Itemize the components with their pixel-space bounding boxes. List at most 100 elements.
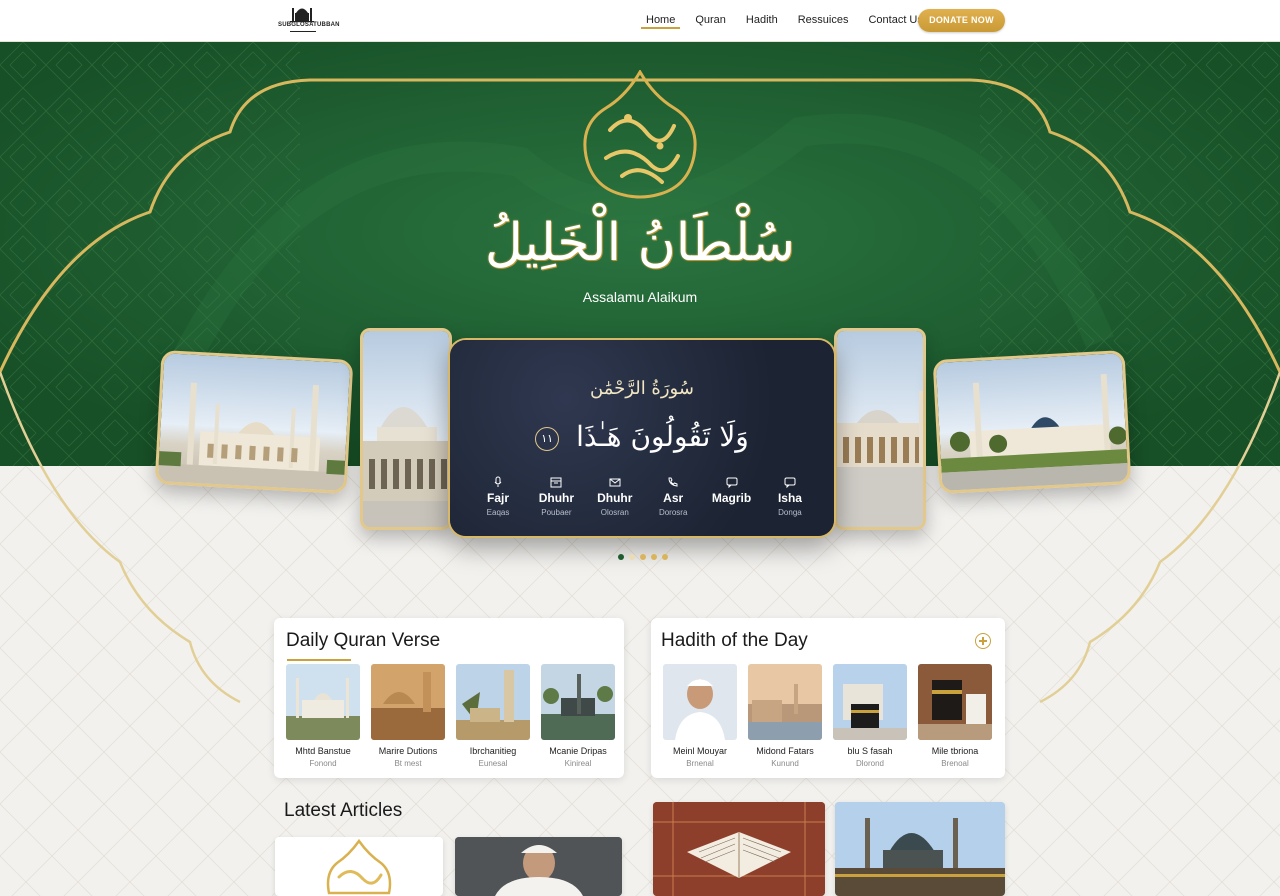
carousel-dot[interactable] [651, 554, 657, 560]
prayer-isha[interactable]: Isha Donga [764, 476, 816, 517]
prayer-dhuhr-2[interactable]: Dhuhr Olosran [589, 476, 641, 517]
verse-prayer-card: سُورَةُ الرَّحْمَٰن وَلَا تَقُولُونَ هَـ… [448, 338, 836, 538]
quran-book-image [653, 802, 825, 896]
mic-icon [494, 476, 502, 487]
item-title: Midond Fatars [756, 746, 814, 756]
thumbnail-image [748, 664, 822, 740]
item-title: Mhtd Banstue [295, 746, 351, 756]
mosque-photo-image [940, 374, 1132, 494]
mosque-photo-image [837, 391, 923, 527]
item-subtitle: Fonond [309, 759, 337, 768]
panel-title: Hadith of the Day [661, 630, 808, 651]
prayer-name: Isha [777, 491, 802, 505]
calendar-icon [550, 477, 562, 488]
hadith-item[interactable]: blu S fasah Dlorond [833, 664, 907, 768]
article-photo-image [455, 837, 622, 896]
thumbnail-image [541, 664, 615, 740]
hadith-item[interactable]: Meinl Mouyar Brnenal [663, 664, 737, 768]
prayer-dhuhr[interactable]: Dhuhr Poubaer [530, 476, 582, 517]
hadith-item[interactable]: Midond Fatars Kunund [748, 664, 822, 768]
article-card[interactable] [835, 802, 1005, 896]
donate-button[interactable]: DONATE NOW [918, 9, 1005, 32]
prayer-maghrib[interactable]: Magrib [706, 476, 758, 517]
mail-icon [609, 478, 621, 487]
prayer-fajr[interactable]: Fajr Eaqas [472, 476, 524, 517]
mosque-photo-image [363, 407, 449, 527]
item-title: Meinl Mouyar [672, 746, 728, 756]
prayer-name: Dhuhr [597, 491, 633, 505]
add-plus-icon[interactable] [975, 633, 991, 649]
calligraphy-emblem-icon [583, 70, 697, 199]
thumbnail-image [833, 664, 907, 740]
nav-link-quran[interactable]: Quran [685, 0, 736, 40]
hero-greeting: Assalamu Alaikum [582, 289, 698, 305]
thumbnail-image [371, 664, 445, 740]
carousel-dot[interactable] [640, 554, 646, 560]
logo-text: SUBGLOSATUBBAN [278, 22, 340, 28]
daily-quran-panel: Daily Quran Verse Mhtd Banstue Fonond Ma… [274, 618, 624, 778]
nav-link-hadith[interactable]: Hadith [736, 0, 788, 40]
mosque-logo-icon [290, 8, 316, 32]
thumbnail-image [663, 664, 737, 740]
carousel-dots [618, 554, 668, 560]
item-subtitle: Kunund [771, 759, 799, 768]
article-card[interactable] [275, 837, 443, 896]
item-subtitle: Kinireal [564, 759, 592, 768]
item-subtitle: Brenoal [941, 759, 969, 768]
item-title: Marire Dutions [378, 746, 438, 756]
mosque-photo-image [835, 802, 1005, 896]
carousel-slide-far-left[interactable] [154, 350, 354, 494]
prayer-times-row: Fajr Eaqas Dhuhr Poubaer Dhuhr Olosran A… [472, 476, 816, 517]
surah-heading: سُورَةُ الرَّحْمَٰن [590, 378, 694, 399]
site-logo[interactable]: SUBGLOSATUBBAN [278, 5, 339, 35]
item-subtitle: Brnenal [686, 759, 714, 768]
verse-number-badge: ١١ [535, 426, 560, 451]
carousel-dot[interactable] [618, 554, 624, 560]
item-title: Mile tbriona [931, 746, 979, 756]
prayer-name: Fajr [486, 491, 509, 505]
chat-icon [726, 477, 738, 488]
prayer-time: Donga [778, 508, 802, 517]
prayer-time: Eaqas [486, 508, 510, 517]
prayer-time: Poubaer [541, 508, 572, 517]
prayer-time: Olosran [600, 508, 629, 517]
latest-articles-title: Latest Articles [284, 800, 403, 821]
prayer-name: Dhuhr [538, 491, 575, 505]
title-underline [287, 659, 351, 661]
calligraphy-emblem-icon [326, 838, 392, 895]
hadith-panel: Hadith of the Day Meinl Mouyar Brnenal M… [651, 618, 1005, 778]
phone-icon [668, 477, 678, 487]
nav-link-home[interactable]: Home [636, 0, 685, 40]
prayer-asr[interactable]: Asr Dorosra [647, 476, 699, 517]
item-subtitle: Eunesal [478, 759, 508, 768]
quran-item[interactable]: Mcanie Dripas Kinireal [541, 664, 615, 768]
item-subtitle: Dlorond [855, 759, 884, 768]
item-subtitle: Bt mest [394, 759, 422, 768]
carousel-slide-left[interactable] [360, 328, 452, 530]
quran-item[interactable]: Ibrchanitieg Eunesal [456, 664, 530, 768]
thumbnail-image [456, 664, 530, 740]
quran-item[interactable]: Mhtd Banstue Fonond [286, 664, 360, 768]
hero-arabic-title: سُلْطَانُ الْخَلِيلُ [484, 213, 796, 273]
quran-thumbnails: Mhtd Banstue Fonond Marire Dutions Bt me… [286, 664, 615, 768]
article-card[interactable] [653, 802, 825, 896]
nav-links: Home Quran Hadith Ressuices Contact Us [636, 0, 933, 40]
verse-arabic: وَلَا تَقُولُونَ هَـٰذَا [576, 420, 749, 453]
panel-title: Daily Quran Verse [286, 630, 441, 651]
carousel-slide-right[interactable] [834, 328, 926, 530]
prayer-time: Dorosra [658, 508, 688, 517]
item-title: blu S fasah [847, 746, 893, 756]
item-title: Ibrchanitieg [469, 746, 517, 756]
carousel-slide-far-right[interactable] [932, 350, 1132, 494]
prayer-name: Asr [663, 491, 684, 505]
thumbnail-image [918, 664, 992, 740]
article-card[interactable] [455, 837, 622, 896]
carousel-dot[interactable] [629, 554, 635, 560]
hadith-item[interactable]: Mile tbriona Brenoal [918, 664, 992, 768]
carousel-dot[interactable] [662, 554, 668, 560]
quran-item[interactable]: Marire Dutions Bt mest [371, 664, 445, 768]
verse-text: وَلَا تَقُولُونَ هَـٰذَا ١١ [450, 420, 834, 453]
top-navbar: SUBGLOSATUBBAN Home Quran Hadith Ressuic… [0, 0, 1280, 42]
nav-link-resources[interactable]: Ressuices [788, 0, 859, 40]
prayer-name: Magrib [711, 491, 752, 505]
